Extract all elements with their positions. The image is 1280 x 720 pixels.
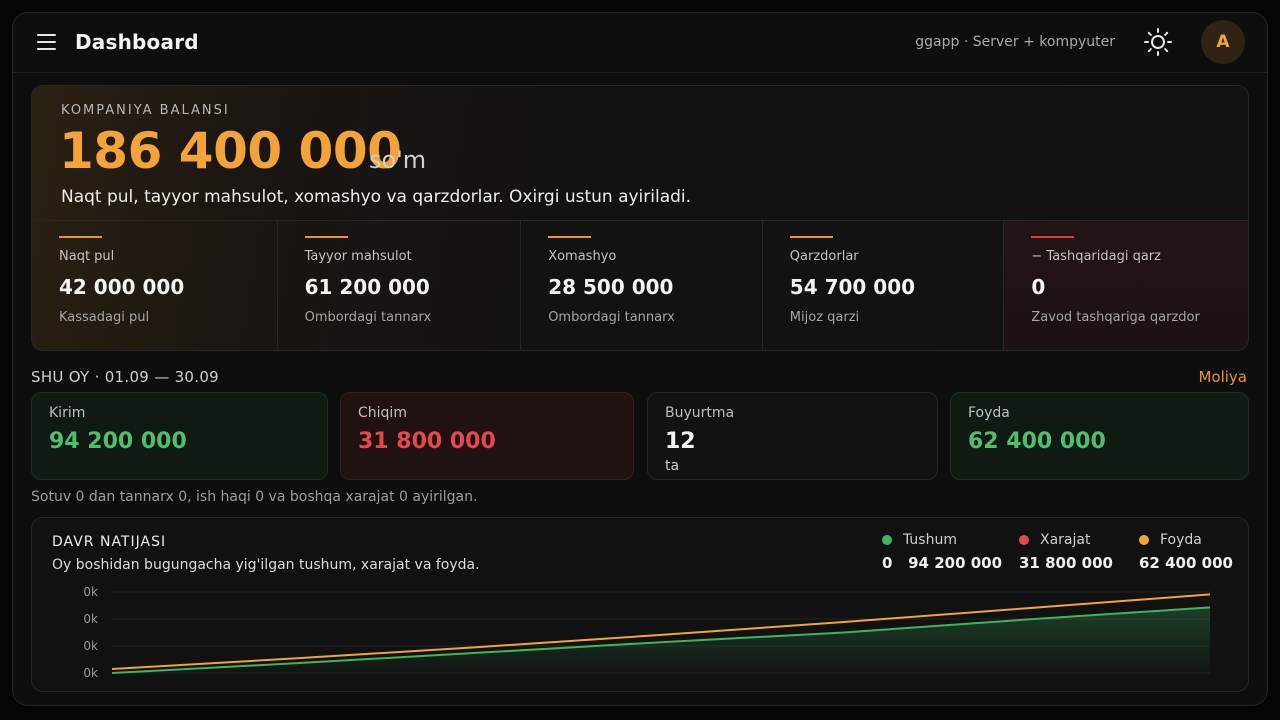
top-bar: Dashboard ggapp · Server + kompyuter A	[13, 13, 1267, 73]
component-label: Xomashyo	[548, 249, 617, 264]
accent-line	[1031, 236, 1075, 238]
legend-value: 0 94 200 000	[882, 554, 1003, 572]
component-cash: Naqt pul 42 000 000 Kassadagi pul	[32, 221, 278, 350]
y-tick-label: 0k	[83, 585, 98, 599]
stat-income[interactable]: Kirim 94 200 000	[31, 392, 328, 480]
app-window: Dashboard ggapp · Server + kompyuter A K…	[12, 12, 1268, 706]
legend-label: Xarajat	[1040, 532, 1091, 548]
legend-dot-orange	[1139, 535, 1149, 545]
legend-dot-red	[1019, 535, 1029, 545]
component-note: Zavod tashqariga qarzdor	[1031, 310, 1200, 325]
component-note: Ombordagi tannarx	[304, 310, 432, 325]
component-value: 61 200 000	[304, 275, 430, 299]
component-note: Kassadagi pul	[59, 310, 150, 325]
balance-unit: so'm	[369, 146, 427, 174]
component-external-debt: − Tashqaridagi qarz 0 Zavod tashqariga q…	[1004, 221, 1248, 350]
component-debtors: Qarzdorlar 54 700 000 Mijoz qarzi	[763, 221, 1005, 350]
period-title: DAVR NATIJASI	[52, 534, 167, 550]
legend-dot-green	[882, 535, 892, 545]
legend-label: Foyda	[1160, 532, 1202, 548]
component-label: Qarzdorlar	[789, 249, 859, 264]
component-note: Ombordagi tannarx	[548, 310, 675, 325]
accent-line	[548, 236, 592, 238]
finance-link[interactable]: Moliya	[1198, 368, 1247, 386]
page-title: Dashboard	[75, 30, 199, 54]
stat-orders[interactable]: Buyurtma 12 ta	[647, 392, 938, 480]
legend-item-revenue: Tushum 0 94 200 000	[882, 532, 1002, 572]
component-raw-materials: Xomashyo 28 500 000 Ombordagi tannarx	[521, 221, 763, 350]
period-chart: 0k 0k 0k 0k	[83, 585, 1211, 680]
period-description: Oy boshidan bugungacha yig'ilgan tushum,…	[52, 557, 480, 573]
y-tick-label: 0k	[83, 666, 98, 680]
balance-components: Naqt pul 42 000 000 Kassadagi pul Tayyor…	[32, 220, 1248, 350]
component-label: − Tashqaridagi qarz	[1031, 249, 1161, 264]
theme-toggle-svg	[1144, 28, 1172, 56]
stat-value: 12	[665, 429, 696, 454]
component-finished-goods: Tayyor mahsulot 61 200 000 Ombordagi tan…	[278, 221, 522, 350]
stat-value: 94 200 000	[49, 429, 187, 454]
sun-icon[interactable]	[1143, 27, 1173, 57]
y-tick-label: 0k	[83, 639, 98, 653]
stat-expense[interactable]: Chiqim 31 800 000	[340, 392, 634, 480]
stat-profit[interactable]: Foyda 62 400 000	[950, 392, 1249, 480]
stat-value: 62 400 000	[968, 429, 1106, 454]
component-value: 42 000 000	[59, 275, 185, 299]
chart-y-ticks: 0k 0k 0k 0k	[83, 585, 98, 680]
stat-label: Kirim	[49, 405, 86, 421]
legend-label: Tushum	[903, 532, 957, 548]
component-value: 54 700 000	[789, 275, 916, 299]
avatar[interactable]: A	[1201, 20, 1245, 64]
stat-label: Buyurtma	[665, 405, 735, 421]
accent-line	[59, 236, 102, 238]
stat-label: Foyda	[968, 405, 1010, 421]
legend-item-expense: Xarajat 31 800 000	[1019, 532, 1113, 572]
balance-kicker: KOMPANIYA BALANSI	[61, 103, 230, 118]
component-value: 0	[1031, 275, 1046, 299]
component-label: Naqt pul	[59, 249, 115, 264]
stat-unit: ta	[665, 458, 680, 474]
series-area-tushum	[112, 607, 1210, 673]
stat-label: Chiqim	[358, 405, 407, 421]
period-result-card: DAVR NATIJASI Oy boshidan bugungacha yig…	[31, 517, 1249, 692]
y-tick-label: 0k	[83, 612, 98, 626]
component-value: 28 500 000	[548, 275, 674, 299]
accent-line	[789, 236, 833, 238]
hamburger-menu-icon[interactable]	[37, 34, 56, 50]
month-section-title: SHU OY · 01.09 — 30.09	[31, 368, 220, 386]
balance-amount: 186 400 000	[59, 122, 402, 180]
accent-line	[304, 236, 348, 238]
month-note: Sotuv 0 dan tannarx 0, ish haqi 0 va bos…	[31, 489, 478, 505]
chart-series	[111, 593, 1211, 674]
component-note: Mijoz qarzi	[789, 310, 860, 325]
stat-value: 31 800 000	[358, 429, 496, 454]
component-label: Tayyor mahsulot	[304, 249, 412, 264]
legend-item-profit: Foyda 62 400 000	[1139, 532, 1233, 572]
legend-value: 31 800 000	[1019, 554, 1113, 572]
balance-description: Naqt pul, tayyor mahsulot, xomashyo va q…	[61, 187, 692, 207]
app-label: ggapp · Server + kompyuter	[915, 34, 1115, 50]
company-balance-card: KOMPANIYA BALANSI 186 400 000 so'm Naqt …	[31, 85, 1249, 351]
legend-value: 62 400 000	[1139, 554, 1233, 572]
